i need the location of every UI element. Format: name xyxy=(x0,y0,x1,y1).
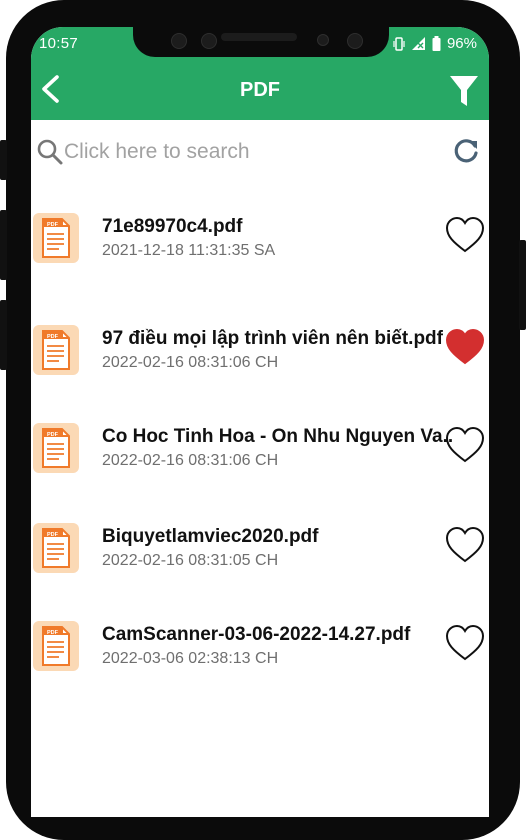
vibrate-icon xyxy=(393,36,405,51)
camera-icon xyxy=(201,33,217,49)
file-date: 2021-12-18 11:31:35 SA xyxy=(102,242,276,259)
camera-icon xyxy=(171,33,187,49)
app-screen: 10:57 96% PDF Click here to search PDF 7… xyxy=(31,27,489,817)
pdf-badge-label: PDF xyxy=(47,532,59,538)
file-name: CamScanner-03-06-2022-14.27.pdf xyxy=(102,624,411,645)
file-date: 2022-02-16 08:31:05 CH xyxy=(102,552,279,569)
speaker xyxy=(221,33,297,41)
pdf-file-icon: PDF xyxy=(33,325,79,375)
filter-icon[interactable] xyxy=(449,74,479,108)
status-icons: 96% xyxy=(393,35,477,52)
notch xyxy=(133,27,389,57)
file-list-item[interactable]: PDF 71e89970c4.pdf 2021-12-18 11:31:35 SA xyxy=(31,186,489,276)
heart-icon[interactable] xyxy=(445,328,485,366)
side-button xyxy=(0,210,7,280)
file-name: 71e89970c4.pdf xyxy=(102,216,243,237)
app-bar: 10:57 96% PDF xyxy=(31,27,489,120)
page-title: PDF xyxy=(240,79,280,101)
search-icon xyxy=(37,139,63,165)
file-list-item[interactable]: PDF CamScanner-03-06-2022-14.27.pdf 2022-0… xyxy=(31,594,489,684)
side-button xyxy=(0,300,7,370)
file-name: Biquyetlamviec2020.pdf xyxy=(102,526,319,547)
phone-frame: 10:57 96% PDF Click here to search PDF 7… xyxy=(0,0,526,840)
status-time: 10:57 xyxy=(39,35,79,52)
search-input[interactable] xyxy=(64,138,424,166)
heart-icon[interactable] xyxy=(445,624,485,662)
file-date: 2022-02-16 08:31:06 CH xyxy=(102,354,279,371)
heart-icon[interactable] xyxy=(445,526,485,564)
battery-level: 96% xyxy=(446,35,477,52)
file-list-item[interactable]: PDF Biquyetlamviec2020.pdf 2022-02-16 08:3… xyxy=(31,496,489,586)
pdf-badge-label: PDF xyxy=(47,630,59,636)
pdf-file-icon: PDF xyxy=(33,213,79,263)
file-date: 2022-03-06 02:38:13 CH xyxy=(102,650,279,667)
file-list-item[interactable]: PDF 97 điều mọi lập trình viên nên biết.p… xyxy=(31,298,489,388)
battery-icon xyxy=(432,36,441,51)
power-button xyxy=(519,240,526,330)
sensor-icon xyxy=(317,34,329,46)
refresh-icon[interactable] xyxy=(451,137,481,167)
pdf-file-icon: PDF xyxy=(33,523,79,573)
file-name: 97 điều mọi lập trình viên nên biết.pdf xyxy=(102,328,443,349)
volume-button xyxy=(0,140,7,180)
file-date: 2022-02-16 08:31:06 CH xyxy=(102,452,279,469)
pdf-badge-label: PDF xyxy=(47,334,59,340)
signal-icon xyxy=(411,37,425,50)
file-name: Co Hoc Tinh Hoa - On Nhu Nguyen Va.. xyxy=(102,426,454,447)
heart-icon[interactable] xyxy=(445,216,485,254)
pdf-file-icon: PDF xyxy=(33,621,79,671)
camera-icon xyxy=(347,33,363,49)
search-bar xyxy=(31,120,489,186)
heart-icon[interactable] xyxy=(445,426,485,464)
pdf-file-icon: PDF xyxy=(33,423,79,473)
pdf-badge-label: PDF xyxy=(47,222,59,228)
file-list-item[interactable]: PDF Co Hoc Tinh Hoa - On Nhu Nguyen Va.. 2… xyxy=(31,396,489,486)
pdf-badge-label: PDF xyxy=(47,432,59,438)
